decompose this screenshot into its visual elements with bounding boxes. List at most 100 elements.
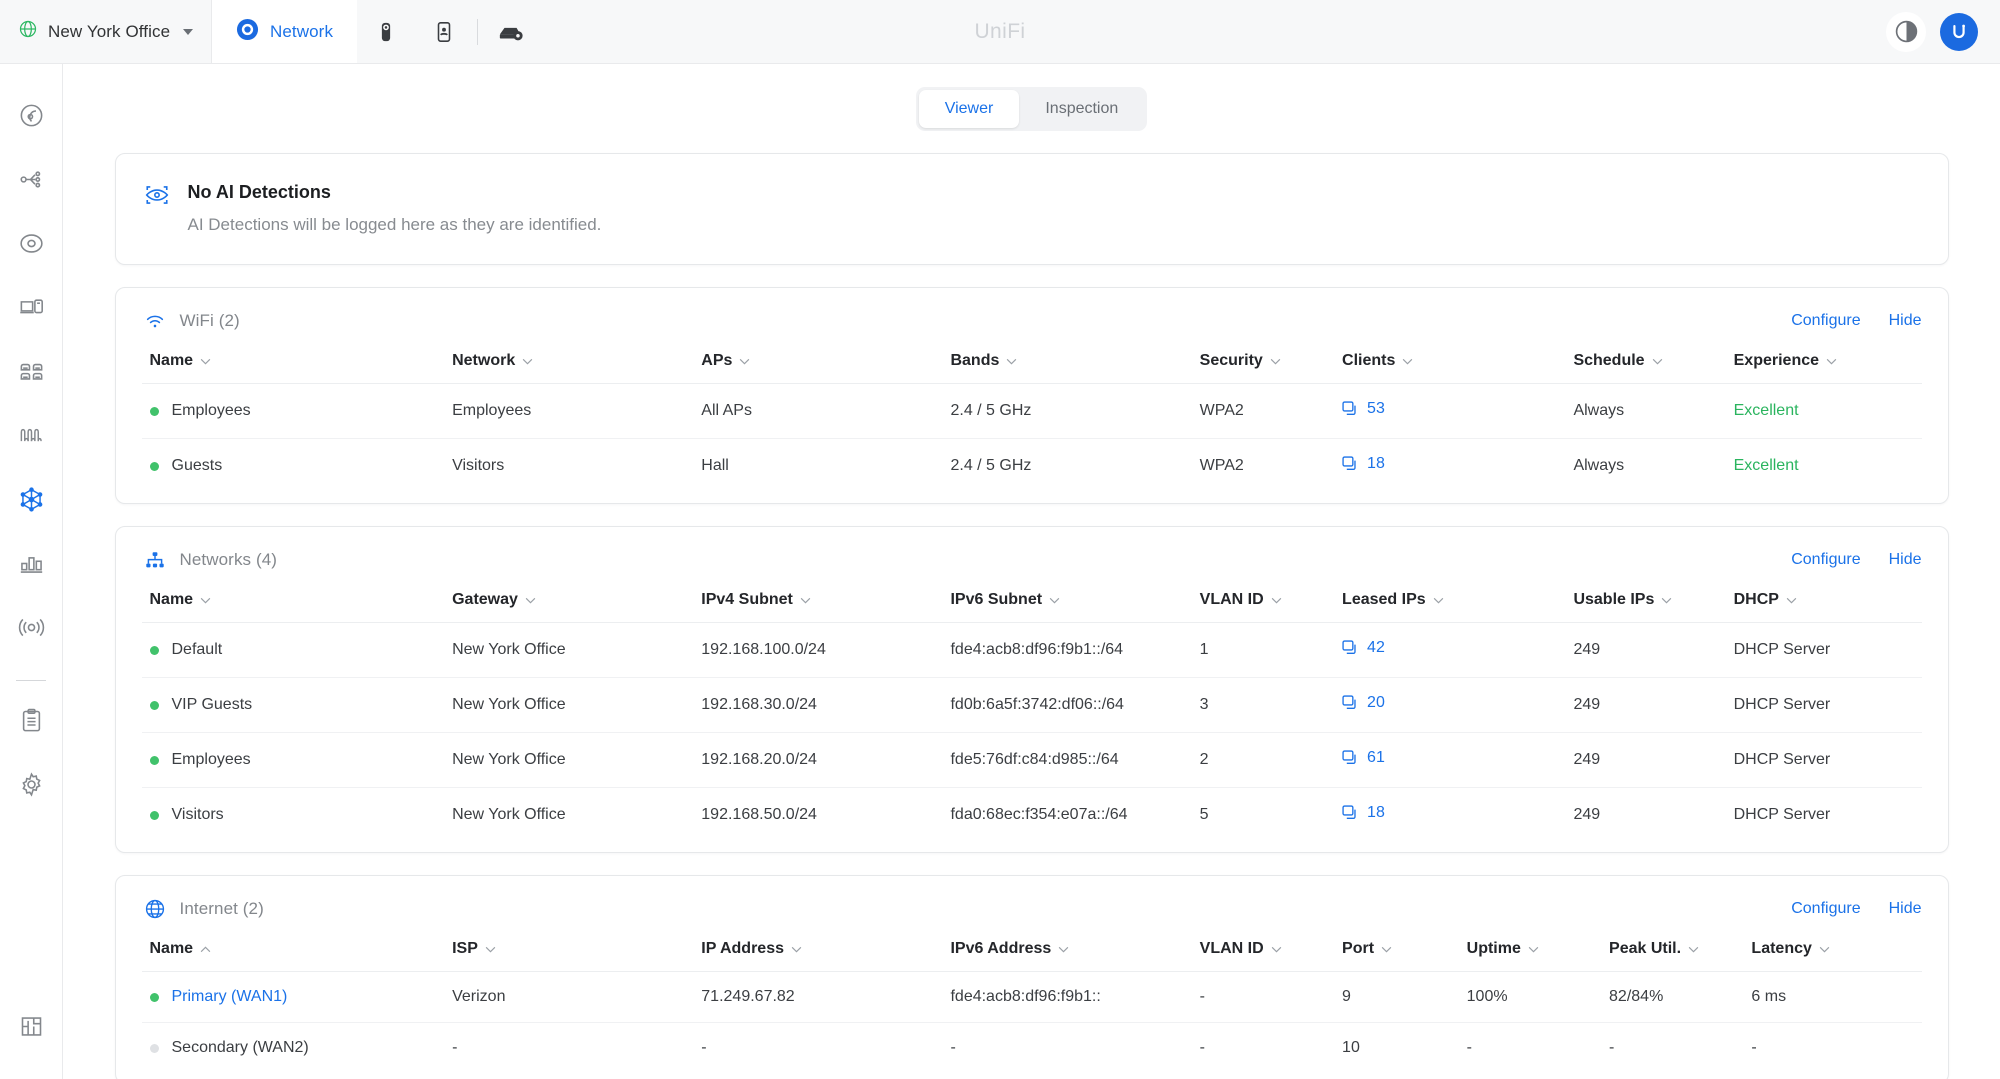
status-badge (150, 646, 159, 655)
network-nodes-icon (18, 486, 45, 518)
ai-detections-card: No AI Detections AI Detections will be l… (115, 153, 1949, 265)
column-label: IP Address (701, 940, 784, 958)
eye-scan-icon (144, 182, 170, 236)
networks-col-vlan-id[interactable]: VLAN ID (1192, 591, 1334, 623)
wan-link[interactable]: Primary (WAN1) (172, 988, 288, 1006)
sidebar-item-topology[interactable] (0, 150, 63, 214)
wifi-col-clients[interactable]: Clients (1334, 352, 1565, 384)
avatar[interactable] (1940, 13, 1978, 51)
floorplan-icon (18, 1013, 45, 1045)
internet-col-name[interactable]: Name (142, 940, 445, 972)
device-settings-icon[interactable] (482, 0, 540, 63)
contrast-icon[interactable] (1886, 12, 1926, 52)
table-row[interactable]: Default New York Office 192.168.100.0/24… (142, 623, 1922, 678)
wifi-cell-schedule: Always (1565, 439, 1725, 494)
internet-col-uptime[interactable]: Uptime (1459, 940, 1601, 972)
table-row[interactable]: Employees Employees All APs 2.4 / 5 GHz … (142, 384, 1922, 439)
column-label: Name (150, 591, 194, 609)
chevron-down-icon (1058, 946, 1069, 953)
internet-col-ipv6-address[interactable]: IPv6 Address (942, 940, 1191, 972)
chevron-down-icon (1688, 946, 1699, 953)
top-bar-right (1886, 0, 2000, 63)
table-row[interactable]: Employees New York Office 192.168.20.0/2… (142, 733, 1922, 788)
internet-hide-link[interactable]: Hide (1889, 900, 1922, 918)
internet-section-card: Internet (2) Configure Hide Name (115, 875, 1949, 1079)
networks-col-ipv6-subnet[interactable]: IPv6 Subnet (942, 591, 1191, 623)
networks-hide-link[interactable]: Hide (1889, 551, 1922, 569)
networks-col-usable-ips[interactable]: Usable IPs (1565, 591, 1725, 623)
wifi-cell-clients[interactable]: 53 (1334, 384, 1565, 439)
networks-col-ipv4-subnet[interactable]: IPv4 Subnet (693, 591, 942, 623)
wifi-col-schedule[interactable]: Schedule (1565, 352, 1725, 384)
table-row[interactable]: VIP Guests New York Office 192.168.30.0/… (142, 678, 1922, 733)
internet-col-ip-address[interactable]: IP Address (693, 940, 942, 972)
status-badge (150, 407, 159, 416)
wifi-hide-link[interactable]: Hide (1889, 312, 1922, 330)
networks-cell-name: VIP Guests (142, 678, 445, 733)
tab-viewer[interactable]: Viewer (919, 90, 1020, 128)
sidebar-item-dashboard[interactable] (0, 86, 63, 150)
protect-camera-icon[interactable] (357, 0, 415, 63)
wifi-section-header: WiFi (2) Configure Hide (116, 288, 1948, 352)
networks-col-leased-ips[interactable]: Leased IPs (1334, 591, 1565, 623)
internet-table-header: Name ISP IP Address IPv6 Address VLAN ID… (142, 940, 1922, 972)
wifi-col-network[interactable]: Network (444, 352, 693, 384)
networks-cell-gateway: New York Office (444, 623, 693, 678)
networks-col-gateway[interactable]: Gateway (444, 591, 693, 623)
column-label: Gateway (452, 591, 518, 609)
sidebar-item-radio[interactable] (0, 598, 63, 662)
internet-col-peak-util[interactable]: Peak Util. (1601, 940, 1743, 972)
networks-cell-vlan: 2 (1192, 733, 1334, 788)
wifi-col-security[interactable]: Security (1192, 352, 1334, 384)
wifi-icon (142, 310, 168, 332)
networks-cell-leased[interactable]: 20 (1334, 678, 1565, 733)
internet-table: Name ISP IP Address IPv6 Address VLAN ID… (142, 940, 1922, 1073)
tab-inspection[interactable]: Inspection (1019, 90, 1144, 128)
internet-col-vlan-id[interactable]: VLAN ID (1192, 940, 1334, 972)
table-row[interactable]: Visitors New York Office 192.168.50.0/24… (142, 788, 1922, 843)
org-selector[interactable]: New York Office (0, 0, 212, 63)
sidebar-item-rooms[interactable] (0, 342, 63, 406)
wifi-col-aps[interactable]: APs (693, 352, 942, 384)
tab-network[interactable]: Network (212, 0, 357, 63)
wifi-cell-aps: Hall (693, 439, 942, 494)
internet-configure-link[interactable]: Configure (1791, 900, 1860, 918)
networks-section-title: Networks (4) (180, 550, 278, 570)
sidebar-item-network-overview[interactable] (0, 470, 63, 534)
clients-icon (1342, 640, 1358, 656)
access-door-icon[interactable] (415, 0, 473, 63)
internet-col-isp[interactable]: ISP (444, 940, 693, 972)
wifi-cell-clients[interactable]: 18 (1334, 439, 1565, 494)
wifi-configure-link[interactable]: Configure (1791, 312, 1860, 330)
internet-cell-latency: - (1743, 1023, 1921, 1074)
networks-cell-usable: 249 (1565, 623, 1725, 678)
wifi-col-bands[interactable]: Bands (942, 352, 1191, 384)
sidebar-item-wifi-signal[interactable] (0, 406, 63, 470)
networks-col-name[interactable]: Name (142, 591, 445, 623)
internet-col-port[interactable]: Port (1334, 940, 1459, 972)
sidebar-item-client-devices[interactable] (0, 278, 63, 342)
networks-configure-link[interactable]: Configure (1791, 551, 1860, 569)
sidebar-item-insights[interactable] (0, 534, 63, 598)
sidebar-item-settings[interactable] (0, 755, 63, 819)
networks-col-dhcp[interactable]: DHCP (1726, 591, 1922, 623)
networks-cell-leased[interactable]: 42 (1334, 623, 1565, 678)
sidebar-item-unifi-devices[interactable] (0, 214, 63, 278)
internet-col-latency[interactable]: Latency (1743, 940, 1921, 972)
wifi-col-name[interactable]: Name (142, 352, 445, 384)
top-bar: New York Office Network (0, 0, 2000, 64)
table-row[interactable]: Primary (WAN1) Verizon 71.249.67.82 fde4… (142, 972, 1922, 1023)
networks-cell-leased[interactable]: 61 (1334, 733, 1565, 788)
column-label: Latency (1751, 940, 1811, 958)
table-row[interactable]: Guests Visitors Hall 2.4 / 5 GHz WPA2 18… (142, 439, 1922, 494)
networks-cell-leased[interactable]: 18 (1334, 788, 1565, 843)
org-name: New York Office (48, 22, 170, 42)
tab-network-label: Network (270, 22, 333, 42)
table-row[interactable]: Secondary (WAN2) - - - - 10 - - - (142, 1023, 1922, 1074)
sidebar-item-floorplan[interactable] (0, 997, 63, 1061)
broadcast-icon (18, 614, 45, 646)
networks-cell-vlan: 1 (1192, 623, 1334, 678)
wifi-col-experience[interactable]: Experience (1726, 352, 1922, 384)
sidebar-item-logs[interactable] (0, 691, 63, 755)
app-icon-group (357, 0, 540, 63)
